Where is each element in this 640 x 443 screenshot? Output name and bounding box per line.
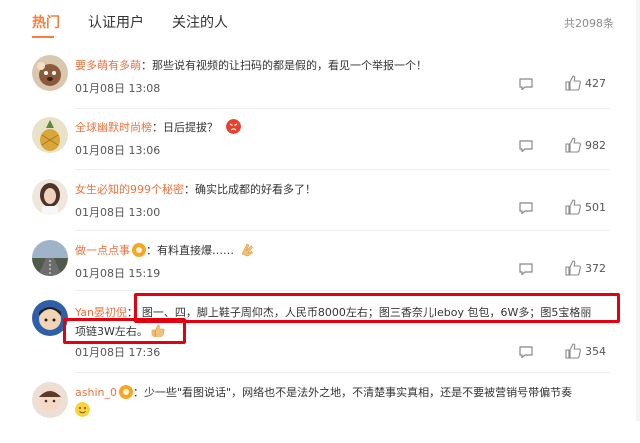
smile-emoji bbox=[75, 402, 90, 417]
dog-avatar-icon[interactable] bbox=[32, 55, 68, 91]
fan-badge-icon bbox=[118, 385, 133, 399]
tab-hot[interactable]: 热门 bbox=[32, 12, 60, 32]
reply-icon[interactable] bbox=[519, 140, 533, 152]
fan-badge-icon bbox=[132, 243, 146, 257]
tab-verified-users[interactable]: 认证用户 bbox=[88, 12, 144, 32]
comment-item: 做一点点事 ：有料直接爆…… 01月08日 15:19 372 bbox=[0, 240, 640, 301]
road-avatar-icon[interactable] bbox=[32, 240, 68, 276]
comment-tabs: 热门 认证用户 关注的人 共2098条 bbox=[0, 0, 640, 44]
like-thumb-icon[interactable] bbox=[565, 75, 581, 91]
comment-text: 少一些"看图说话"，网络也不是法外之地，不清楚事实真相，还是不要被营销号带偏节奏 bbox=[143, 386, 573, 399]
pineapple-avatar-icon[interactable] bbox=[32, 117, 68, 153]
divider bbox=[75, 169, 610, 170]
username-link[interactable]: 做一点点事 bbox=[75, 244, 130, 257]
clap-hands-emoji bbox=[241, 243, 253, 257]
like-count: 354 bbox=[585, 345, 606, 358]
username-link[interactable]: 女生必知的999个秘密 bbox=[75, 183, 184, 196]
active-tab-underline bbox=[32, 36, 54, 38]
like-count: 372 bbox=[585, 262, 606, 275]
comment-time: 01月08日 13:00 bbox=[75, 206, 161, 219]
highlight-box bbox=[63, 318, 186, 344]
username-link[interactable]: 要多萌有多萌 bbox=[75, 59, 141, 72]
comment-time: 01月08日 13:06 bbox=[75, 144, 161, 157]
comment-text: 那些说有视频的让扫码的都是假的，看见一个举报一个！ bbox=[152, 59, 427, 72]
divider bbox=[75, 290, 610, 291]
username-link[interactable]: 全球幽默时尚榜 bbox=[75, 121, 152, 134]
comment-total-count: 共2098条 bbox=[564, 17, 614, 30]
comment-text: 确实比成都的好看多了！ bbox=[195, 183, 316, 196]
divider bbox=[75, 372, 610, 373]
reply-icon[interactable] bbox=[519, 346, 533, 358]
reply-icon[interactable] bbox=[519, 78, 533, 90]
divider bbox=[75, 230, 610, 231]
like-thumb-icon[interactable] bbox=[565, 199, 581, 215]
like-count: 501 bbox=[585, 201, 606, 214]
angry-face-emoji bbox=[225, 119, 241, 134]
like-count: 982 bbox=[585, 139, 606, 152]
tab-following[interactable]: 关注的人 bbox=[172, 12, 228, 32]
comment-text: 有料直接爆…… bbox=[157, 244, 234, 257]
divider bbox=[75, 108, 610, 109]
girl-avatar-icon[interactable] bbox=[32, 179, 68, 215]
comment-time: 01月08日 13:08 bbox=[75, 82, 161, 95]
comment-time: 01月08日 15:19 bbox=[75, 267, 161, 280]
comment-item: ashin_0 ：少一些"看图说话"，网络也不是法外之地，不清楚事实真相，还是不要… bbox=[0, 382, 640, 443]
scrollbar-track[interactable] bbox=[636, 0, 640, 421]
baby-avatar-icon[interactable] bbox=[32, 382, 68, 418]
like-thumb-icon[interactable] bbox=[565, 260, 581, 276]
like-thumb-icon[interactable] bbox=[565, 343, 581, 359]
like-count: 427 bbox=[585, 77, 606, 90]
like-thumb-icon[interactable] bbox=[565, 137, 581, 153]
reply-icon[interactable] bbox=[519, 263, 533, 275]
highlight-box bbox=[134, 293, 620, 323]
username-link[interactable]: ashin_0 bbox=[75, 386, 117, 399]
comment-time: 01月08日 17:36 bbox=[75, 346, 161, 359]
comment-item: 要多萌有多萌：那些说有视频的让扫码的都是假的，看见一个举报一个！ 01月08日 … bbox=[0, 55, 640, 116]
reply-icon[interactable] bbox=[519, 202, 533, 214]
comment-text: 日后提拔？ bbox=[163, 121, 218, 134]
